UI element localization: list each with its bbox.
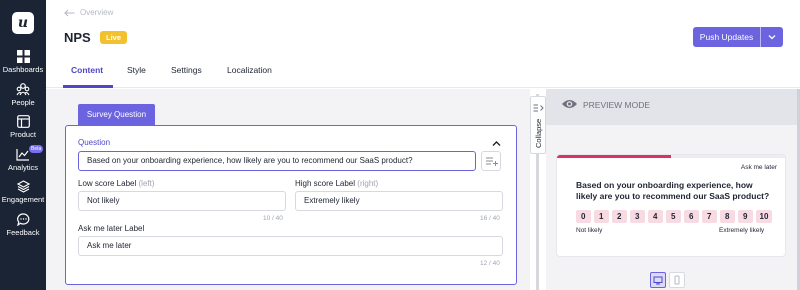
nps-score-button[interactable]: 10 [756,210,772,223]
push-updates-label[interactable]: Push Updates [693,27,760,47]
preview-high-label: Extremely likely [719,227,765,234]
nps-score-button[interactable]: 0 [576,210,591,223]
push-updates-button: Push Updates [693,27,783,47]
sidebar-item-label: People [11,98,35,107]
beta-badge: Beta [29,145,44,153]
nps-score-button[interactable]: 2 [612,210,627,223]
page-title: NPS [64,30,91,45]
question-label: Question [78,138,111,147]
survey-question-tab[interactable]: Survey Question [78,104,155,125]
chevron-right-icon [533,104,544,112]
low-score-input[interactable]: Not likely [78,191,286,211]
sidebar-item-label: Engagement [1,195,45,204]
mobile-icon [674,275,680,285]
preview-question: Based on your onboarding experience, how… [576,180,770,201]
nps-score-button[interactable]: 4 [648,210,663,223]
nps-scale: 0 1 2 3 4 5 6 7 8 9 10 [576,210,772,223]
low-score-label-text: Low score Label [78,179,137,188]
survey-preview-card: Ask me later Based on your onboarding ex… [557,155,785,256]
tab-bar: Content Style Settings Localization [46,58,800,88]
tab-settings[interactable]: Settings [171,65,202,75]
high-score-input[interactable]: Extremely likely [295,191,503,211]
active-tab-indicator [63,85,113,88]
sidebar-item-label: Dashboards [2,65,44,74]
nps-score-button[interactable]: 5 [666,210,681,223]
add-option-button[interactable] [481,151,501,171]
status-badge: Live [100,31,128,44]
analytics-icon [16,149,29,161]
progress-bar [557,155,671,158]
mobile-view-button[interactable] [669,272,685,288]
nps-score-button[interactable]: 7 [702,210,717,223]
ask-later-input[interactable]: Ask me later [78,236,503,256]
ask-later-label: Ask me later Label [78,224,145,233]
high-score-counter: 16 / 40 [480,215,500,222]
app-logo[interactable]: u [12,12,34,34]
arrow-left-icon [64,9,75,16]
sidebar: u Dashboards People Product Beta Analyti… [0,0,46,290]
layers-icon [16,180,30,193]
sidebar-item-feedback[interactable]: Feedback [0,213,46,237]
nps-score-button[interactable]: 9 [738,210,753,223]
sidebar-item-people[interactable]: People [0,83,46,107]
preview-mode-label: PREVIEW MODE [583,100,651,110]
sidebar-item-product[interactable]: Product [0,115,46,139]
product-icon [16,115,30,128]
question-card: Question Based on your onboarding experi… [65,125,517,285]
high-score-hint: (right) [357,179,379,188]
low-score-counter: 10 / 40 [263,215,283,222]
tab-content[interactable]: Content [71,65,103,75]
sidebar-item-label: Feedback [6,228,40,237]
low-score-label: Low score Label (left) [78,179,155,188]
push-options-toggle[interactable] [761,27,783,47]
grid-icon [16,50,30,63]
desktop-view-button[interactable] [650,272,666,288]
sidebar-item-dashboards[interactable]: Dashboards [0,50,46,74]
sidebar-item-label: Analytics [7,163,38,172]
nps-score-button[interactable]: 8 [720,210,735,223]
eye-icon [562,100,577,108]
nps-score-button[interactable]: 3 [630,210,645,223]
collapse-label: Collapse [534,118,543,148]
nps-score-button[interactable]: 6 [684,210,699,223]
sidebar-item-label: Product [10,130,36,139]
sidebar-item-engagement[interactable]: Engagement [0,180,46,204]
preview-ask-later[interactable]: Ask me later [741,164,777,171]
button-divider [760,27,761,47]
chevron-up-icon[interactable] [492,140,501,147]
desktop-icon [653,276,663,285]
low-score-hint: (left) [138,179,155,188]
high-score-label-text: High score Label [295,179,356,188]
nps-score-button[interactable]: 1 [594,210,609,223]
high-score-label: High score Label (right) [295,179,378,188]
tab-style[interactable]: Style [127,65,146,75]
ask-later-counter: 12 / 40 [480,260,500,267]
list-add-icon [486,157,498,166]
back-label: Overview [80,8,114,17]
people-icon [16,83,30,96]
preview-low-label: Not likely [576,227,603,234]
chevron-down-icon [768,35,776,40]
chat-bubble-icon [16,213,29,226]
sidebar-item-analytics[interactable]: Beta Analytics [0,145,46,172]
back-link[interactable]: Overview [64,8,113,17]
tab-localization[interactable]: Localization [227,65,272,75]
question-input[interactable]: Based on your onboarding experience, how… [78,151,476,171]
